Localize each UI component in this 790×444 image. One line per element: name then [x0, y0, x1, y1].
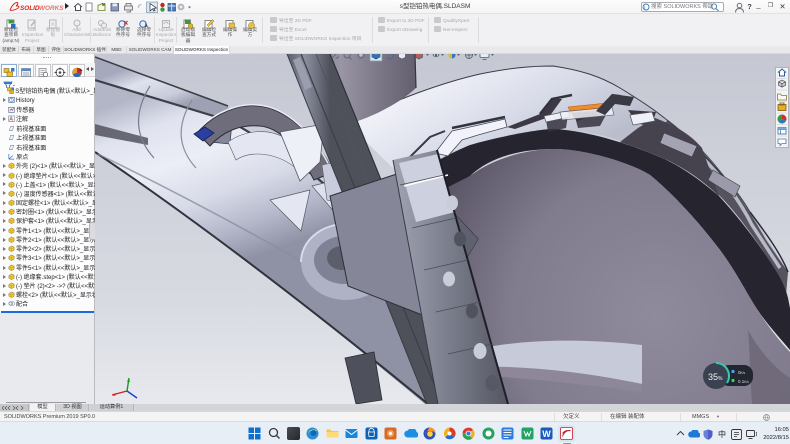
svg-text:i: i: [644, 5, 645, 11]
svg-text:W: W: [542, 429, 551, 439]
svg-text:0.1K/s: 0.1K/s: [738, 379, 749, 384]
svg-text:0K/s: 0K/s: [738, 370, 746, 375]
svg-text:A: A: [9, 117, 13, 122]
svg-text:SOLID: SOLID: [20, 5, 40, 12]
svg-text:WORKS: WORKS: [39, 5, 64, 12]
